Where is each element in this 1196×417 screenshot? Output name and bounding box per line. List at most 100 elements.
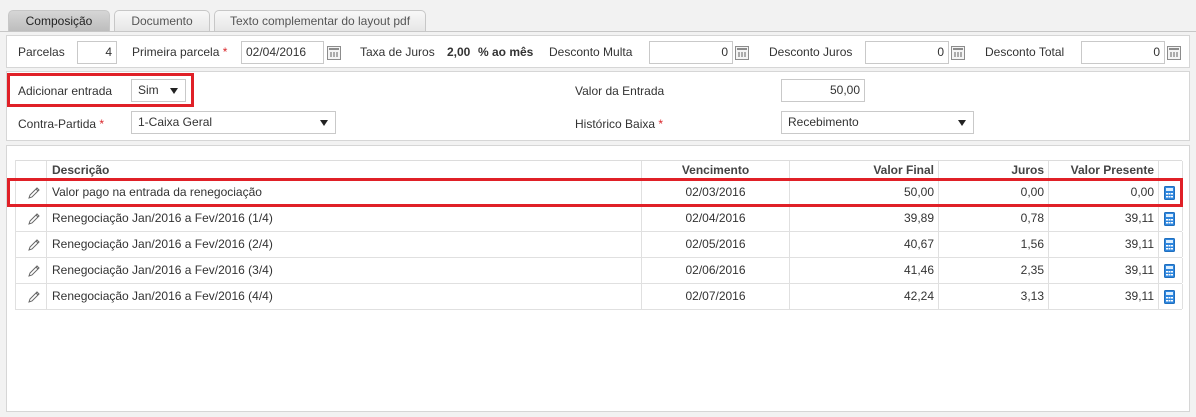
calculator-icon[interactable] [1167,46,1181,60]
descricao-cell: Renegociação Jan/2016 a Fev/2016 (1/4) [47,206,642,231]
vencimento-cell: 02/07/2016 [642,284,790,309]
parcelas-input[interactable]: 4 [77,41,117,64]
valor-presente-cell: 39,11 [1049,258,1159,283]
juros-cell: 0,78 [939,206,1049,231]
calculator-icon[interactable] [951,46,965,60]
table-body: Valor pago na entrada da renegociação 02… [16,180,1183,310]
tab-composicao[interactable]: Composição [8,10,110,31]
calculator-icon[interactable] [1164,186,1175,200]
table-row[interactable]: Renegociação Jan/2016 a Fev/2016 (3/4) 0… [16,258,1183,284]
adicionar-entrada-label: Adicionar entrada [18,84,113,98]
historico-baixa-text: Histórico Baixa [575,117,656,131]
calculator-icon[interactable] [735,46,749,60]
calendar-icon[interactable] [327,46,341,60]
calc-cell [1159,258,1183,283]
edit-cell [16,180,47,205]
required-mark: * [222,45,228,59]
calc-cell [1159,284,1183,309]
desconto-multa-input[interactable]: 0 [649,41,733,64]
historico-baixa-value: Recebimento [788,115,859,129]
header-calc [1159,161,1183,179]
valor-final-cell: 40,67 [790,232,939,257]
header-vencimento[interactable]: Vencimento [642,161,790,179]
installments-table: Descrição Vencimento Valor Final Juros V… [15,160,1183,310]
edit-cell [16,284,47,309]
header-juros[interactable]: Juros [939,161,1049,179]
valor-presente-cell: 39,11 [1049,206,1159,231]
primeira-parcela-label: Primeira parcela * [132,45,227,59]
chevron-down-icon [958,120,966,126]
table-row[interactable]: Valor pago na entrada da renegociação 02… [16,180,1183,206]
vencimento-cell: 02/04/2016 [642,206,790,231]
table-row[interactable]: Renegociação Jan/2016 a Fev/2016 (4/4) 0… [16,284,1183,310]
vencimento-cell: 02/03/2016 [642,180,790,205]
taxa-juros-unit: % ao mês [478,45,534,59]
primeira-parcela-input[interactable]: 02/04/2016 [241,41,324,64]
vencimento-cell: 02/05/2016 [642,232,790,257]
juros-cell: 0,00 [939,180,1049,205]
descricao-cell: Renegociação Jan/2016 a Fev/2016 (2/4) [47,232,642,257]
desconto-juros-label: Desconto Juros [769,45,853,59]
pencil-icon[interactable] [27,212,41,226]
required-mark: * [99,117,105,131]
juros-cell: 2,35 [939,258,1049,283]
juros-cell: 1,56 [939,232,1049,257]
pencil-icon[interactable] [27,238,41,252]
descricao-cell: Valor pago na entrada da renegociação [47,180,642,205]
calculator-icon[interactable] [1164,238,1175,252]
valor-entrada-label: Valor da Entrada [575,84,665,98]
tab-divider [0,31,1196,32]
header-descricao[interactable]: Descrição [47,161,642,179]
pencil-icon[interactable] [27,264,41,278]
taxa-juros-label: Taxa de Juros [360,45,435,59]
table-row[interactable]: Renegociação Jan/2016 a Fev/2016 (1/4) 0… [16,206,1183,232]
calc-cell [1159,206,1183,231]
taxa-juros-value: 2,00 [447,45,471,59]
calc-cell [1159,232,1183,257]
tab-texto-complementar[interactable]: Texto complementar do layout pdf [214,10,426,31]
header-valor-presente[interactable]: Valor Presente [1049,161,1159,179]
tab-documento[interactable]: Documento [114,10,210,31]
parameters-panel: Parcelas 4 Primeira parcela * 02/04/2016… [6,35,1190,68]
parcelas-label: Parcelas [18,45,65,59]
table-row[interactable]: Renegociação Jan/2016 a Fev/2016 (2/4) 0… [16,232,1183,258]
descricao-cell: Renegociação Jan/2016 a Fev/2016 (4/4) [47,284,642,309]
adicionar-entrada-value: Sim [138,83,159,97]
adicionar-entrada-select[interactable]: Sim [131,79,186,102]
tab-bar: Composição Documento Texto complementar … [8,10,428,31]
valor-presente-cell: 0,00 [1049,180,1159,205]
desconto-total-label: Desconto Total [985,45,1065,59]
required-mark: * [658,117,664,131]
desconto-juros-input[interactable]: 0 [865,41,949,64]
desconto-multa-label: Desconto Multa [549,45,633,59]
pencil-icon[interactable] [27,290,41,304]
historico-baixa-label: Histórico Baixa * [575,117,663,131]
edit-cell [16,206,47,231]
calculator-icon[interactable] [1164,290,1175,304]
valor-presente-cell: 39,11 [1049,284,1159,309]
calculator-icon[interactable] [1164,212,1175,226]
contra-partida-select[interactable]: 1-Caixa Geral [131,111,336,134]
juros-cell: 3,13 [939,284,1049,309]
valor-final-cell: 50,00 [790,180,939,205]
table-header: Descrição Vencimento Valor Final Juros V… [16,160,1183,180]
vencimento-cell: 02/06/2016 [642,258,790,283]
contra-partida-value: 1-Caixa Geral [138,115,213,129]
header-edit [16,161,47,179]
edit-cell [16,232,47,257]
entrada-panel: Adicionar entrada Sim Valor da Entrada 5… [6,71,1190,141]
chevron-down-icon [170,88,178,94]
chevron-down-icon [320,120,328,126]
valor-entrada-input[interactable]: 50,00 [781,79,865,102]
historico-baixa-select[interactable]: Recebimento [781,111,974,134]
header-valor-final[interactable]: Valor Final [790,161,939,179]
contra-partida-label: Contra-Partida * [18,117,104,131]
primeira-parcela-text: Primeira parcela [132,45,220,59]
desconto-total-input[interactable]: 0 [1081,41,1165,64]
calculator-icon[interactable] [1164,264,1175,278]
valor-presente-cell: 39,11 [1049,232,1159,257]
valor-final-cell: 41,46 [790,258,939,283]
calc-cell [1159,180,1183,205]
pencil-icon[interactable] [27,186,41,200]
contra-partida-text: Contra-Partida [18,117,97,131]
